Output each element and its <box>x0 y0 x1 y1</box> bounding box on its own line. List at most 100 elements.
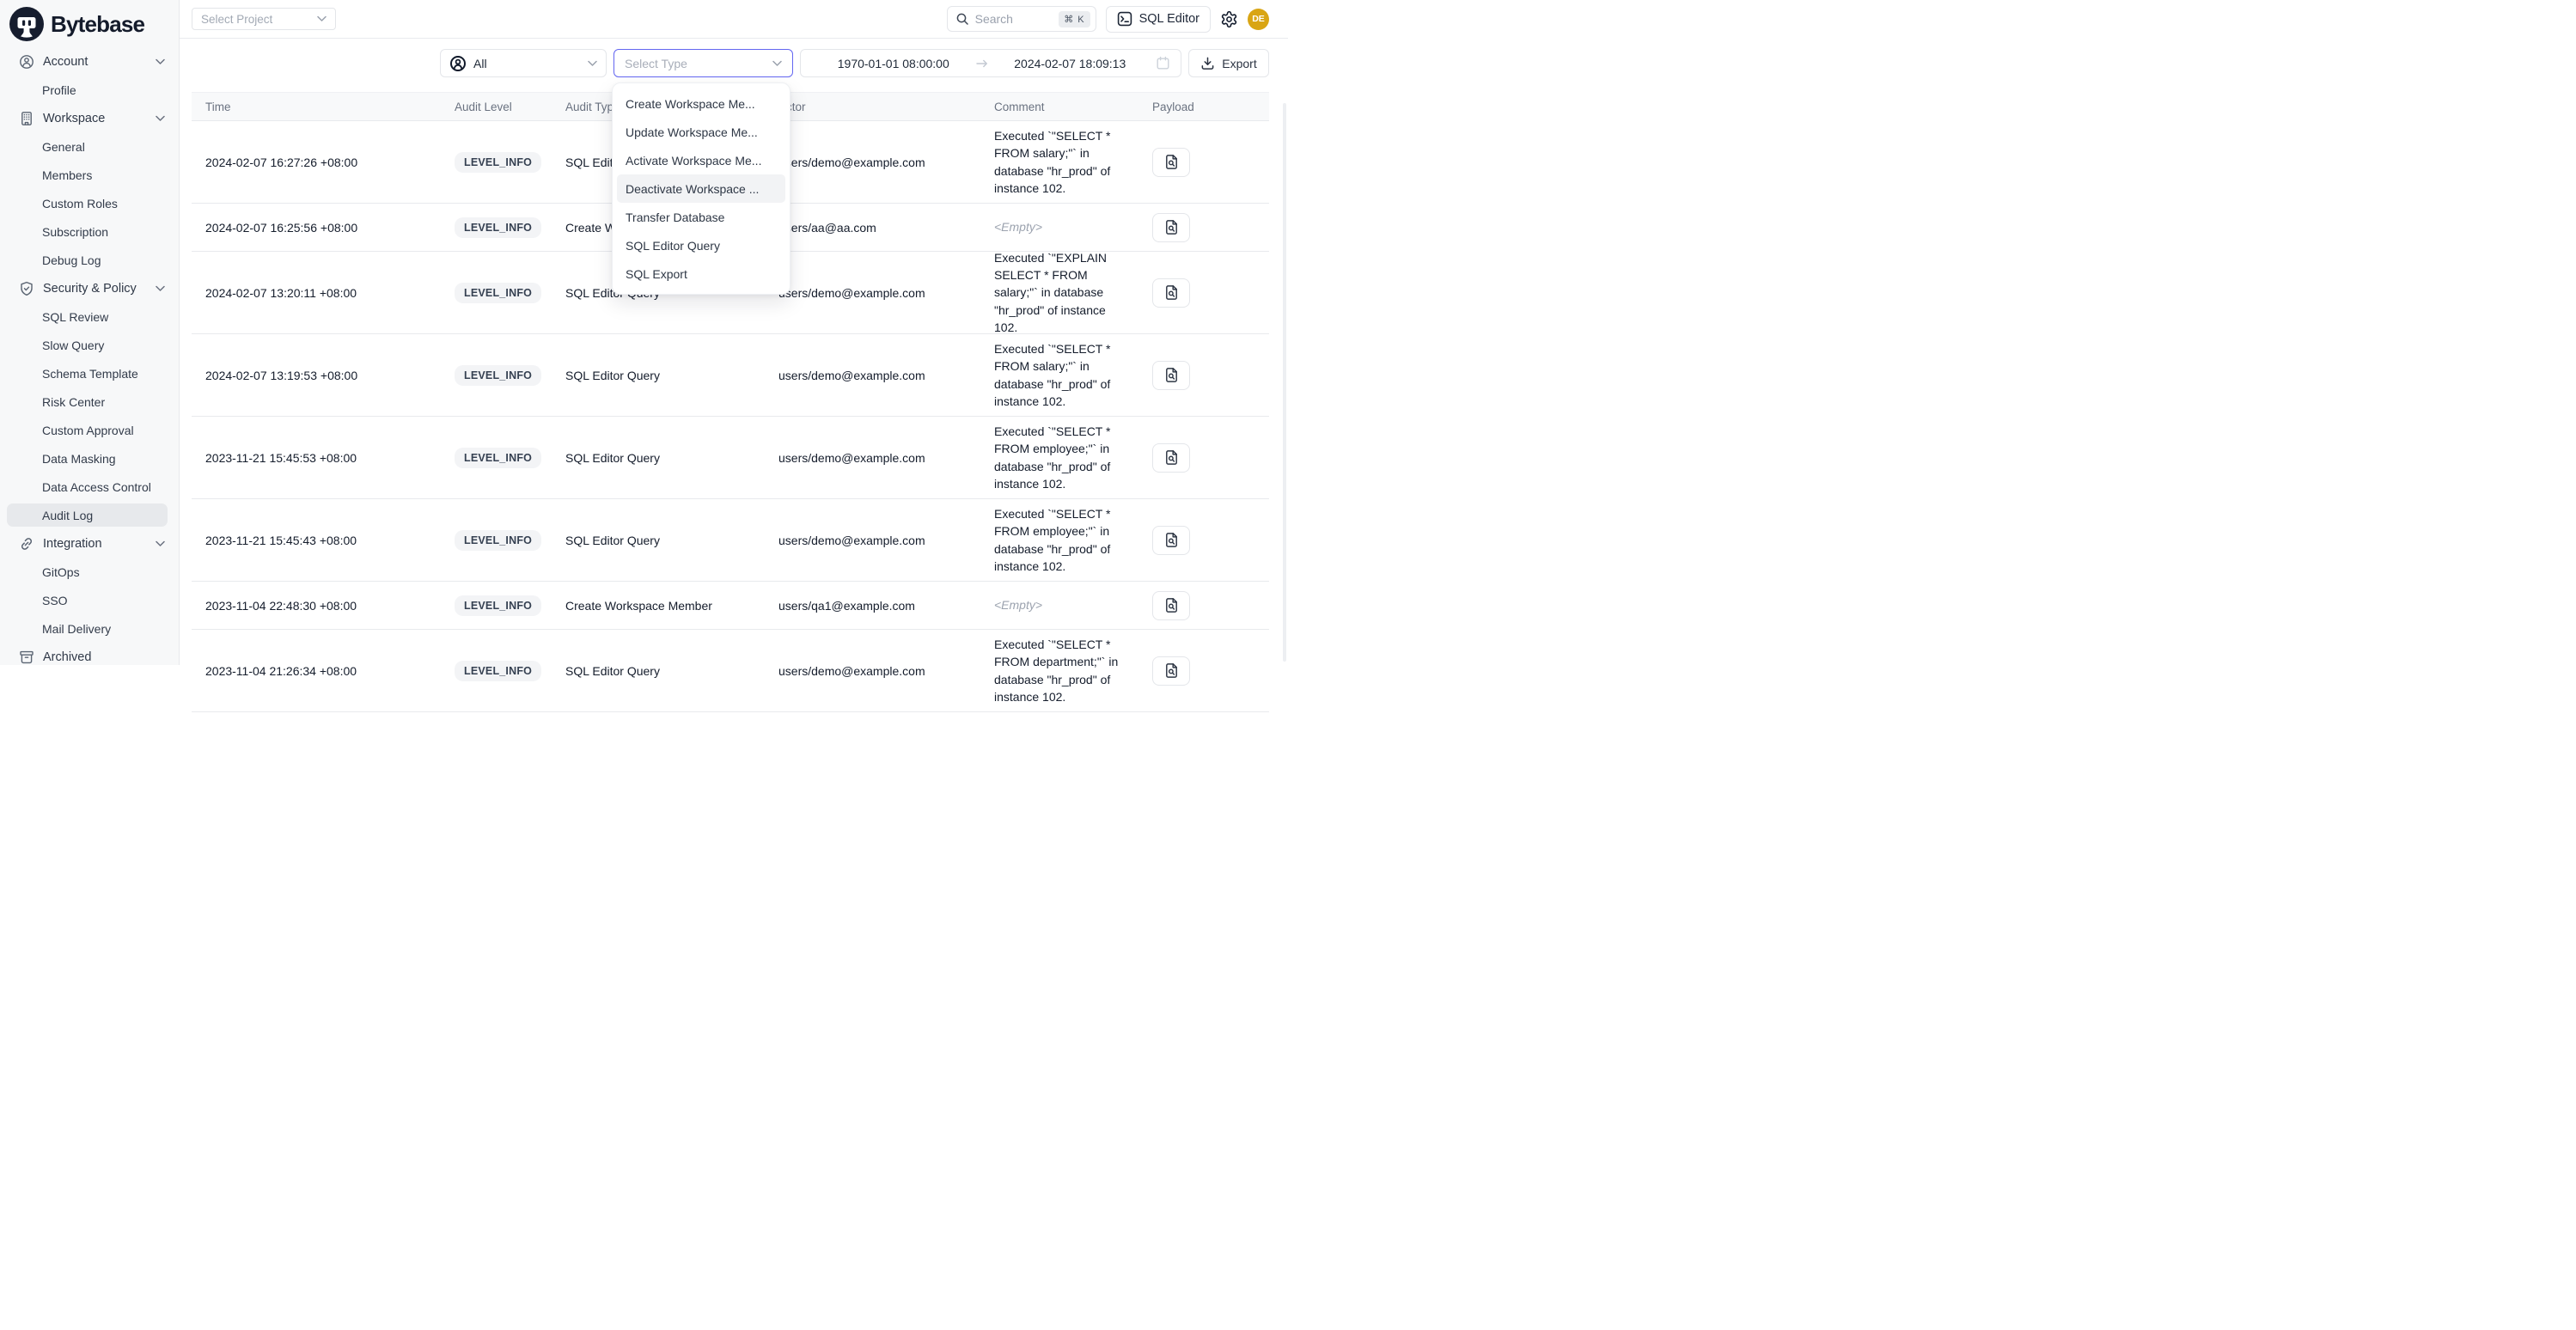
dropdown-option-transfer-database[interactable]: Transfer Database <box>617 203 785 231</box>
search-input[interactable]: Search ⌘ K <box>947 6 1096 32</box>
export-button[interactable]: Export <box>1188 49 1269 77</box>
sidebar-item-sso[interactable]: SSO <box>0 586 179 614</box>
col-header-time: Time <box>192 101 441 113</box>
date-to-value[interactable]: 2024-02-07 18:09:13 <box>988 57 1153 70</box>
cell-payload <box>1134 148 1269 177</box>
sidebar-item-custom-approval[interactable]: Custom Approval <box>0 416 179 444</box>
sidebar-item-members[interactable]: Members <box>0 161 179 189</box>
dropdown-option-update-workspace-me[interactable]: Update Workspace Me... <box>617 118 785 146</box>
audit-level-badge: LEVEL_INFO <box>455 283 541 303</box>
table-row: 2023-11-21 15:45:53 +08:00 LEVEL_INFO SQ… <box>192 417 1269 499</box>
cell-type: SQL Editor Query <box>550 534 765 547</box>
cell-actor: users/demo@example.com <box>765 664 975 678</box>
cell-time: 2023-11-04 22:48:30 +08:00 <box>192 599 441 613</box>
chevron-down-icon <box>772 60 782 67</box>
comment-text: Executed `"SELECT * FROM employee;"` in … <box>994 423 1125 492</box>
sidebar-item-schema-template[interactable]: Schema Template <box>0 359 179 387</box>
view-payload-button[interactable] <box>1152 361 1190 390</box>
cell-level: LEVEL_INFO <box>441 661 550 681</box>
dropdown-option-sql-export[interactable]: SQL Export <box>617 259 785 288</box>
sidebar-nav: AccountProfileWorkspaceGeneralMembersCus… <box>0 46 179 671</box>
shield-check-icon <box>19 281 34 296</box>
sidebar-item-mail-delivery[interactable]: Mail Delivery <box>0 614 179 643</box>
view-payload-button[interactable] <box>1152 148 1190 177</box>
brand-logo[interactable]: Bytebase <box>0 0 179 46</box>
sidebar-section-security-policy[interactable]: Security & Policy <box>0 274 179 302</box>
file-search-icon <box>1163 284 1180 301</box>
audit-level-badge: LEVEL_INFO <box>455 661 541 681</box>
sidebar-item-slow-query[interactable]: Slow Query <box>0 331 179 359</box>
cell-comment: <Empty> <box>975 218 1134 235</box>
actor-filter-value: All <box>473 57 487 70</box>
cell-type: Create Workspace Member <box>550 599 765 613</box>
cell-actor: users/aa@aa.com <box>765 221 975 235</box>
audit-level-badge: LEVEL_INFO <box>455 448 541 468</box>
sidebar-section-label: Integration <box>43 537 102 551</box>
cell-comment: Executed `"EXPLAIN SELECT * FROM salary;… <box>975 249 1134 336</box>
cell-payload <box>1134 213 1269 242</box>
comment-text: Executed `"SELECT * FROM salary;"` in da… <box>994 127 1125 197</box>
gear-icon[interactable] <box>1220 10 1238 28</box>
audit-level-badge: LEVEL_INFO <box>455 152 541 173</box>
table-row: 2023-11-04 22:48:30 +08:00 LEVEL_INFO Cr… <box>192 582 1269 630</box>
sidebar-section-account[interactable]: Account <box>0 47 179 76</box>
audit-level-badge: LEVEL_INFO <box>455 217 541 238</box>
sidebar-item-profile[interactable]: Profile <box>0 76 179 104</box>
sidebar-section-archived[interactable]: Archived <box>0 643 179 671</box>
project-select[interactable]: Select Project <box>192 8 336 30</box>
dropdown-option-deactivate-workspace[interactable]: Deactivate Workspace ... <box>617 174 785 203</box>
dropdown-option-create-workspace-me[interactable]: Create Workspace Me... <box>617 89 785 118</box>
col-header-comment: Comment <box>975 101 1134 113</box>
sidebar-item-gitops[interactable]: GitOps <box>0 558 179 586</box>
cell-payload <box>1134 361 1269 390</box>
view-payload-button[interactable] <box>1152 526 1190 555</box>
dropdown-option-sql-editor-query[interactable]: SQL Editor Query <box>617 231 785 259</box>
arrow-right-icon <box>976 59 988 68</box>
view-payload-button[interactable] <box>1152 656 1190 686</box>
cell-payload <box>1134 591 1269 620</box>
view-payload-button[interactable] <box>1152 213 1190 242</box>
cell-payload <box>1134 656 1269 686</box>
search-placeholder: Search <box>975 12 1013 26</box>
view-payload-button[interactable] <box>1152 591 1190 620</box>
filter-bar: All Select Type 1970-01-01 08:00:00 2024… <box>180 39 1288 77</box>
user-circle-icon <box>449 55 467 72</box>
dropdown-option-activate-workspace-me[interactable]: Activate Workspace Me... <box>617 146 785 174</box>
sidebar: Bytebase AccountProfileWorkspaceGeneralM… <box>0 0 180 665</box>
search-shortcut-badge: ⌘ K <box>1059 11 1090 27</box>
sidebar-section-workspace[interactable]: Workspace <box>0 104 179 132</box>
vertical-scrollbar[interactable] <box>1283 103 1286 662</box>
view-payload-button[interactable] <box>1152 443 1190 473</box>
comment-empty: <Empty> <box>994 596 1125 613</box>
comment-text: Executed `"SELECT * FROM salary;"` in da… <box>994 340 1125 410</box>
sidebar-item-general[interactable]: General <box>0 132 179 161</box>
sidebar-item-custom-roles[interactable]: Custom Roles <box>0 189 179 217</box>
sidebar-item-subscription[interactable]: Subscription <box>0 217 179 246</box>
sidebar-item-data-masking[interactable]: Data Masking <box>0 444 179 473</box>
project-select-label: Select Project <box>201 13 272 26</box>
cell-comment: <Empty> <box>975 596 1134 613</box>
cell-payload <box>1134 526 1269 555</box>
sidebar-section-integration[interactable]: Integration <box>0 529 179 558</box>
sidebar-section-label: Security & Policy <box>43 282 137 296</box>
sidebar-item-sql-review[interactable]: SQL Review <box>0 302 179 331</box>
sidebar-item-debug-log[interactable]: Debug Log <box>0 246 179 274</box>
cell-level: LEVEL_INFO <box>441 448 550 468</box>
cell-type: SQL Editor Query <box>550 664 765 678</box>
user-avatar[interactable]: DE <box>1248 9 1269 30</box>
comment-text: Executed `"SELECT * FROM department;"` i… <box>994 636 1125 705</box>
building-icon <box>19 111 34 126</box>
topbar: Select Project Search ⌘ K SQL Editor <box>180 0 1288 39</box>
sidebar-item-risk-center[interactable]: Risk Center <box>0 387 179 416</box>
cell-level: LEVEL_INFO <box>441 283 550 303</box>
sidebar-item-data-access-control[interactable]: Data Access Control <box>0 473 179 501</box>
date-from-value[interactable]: 1970-01-01 08:00:00 <box>811 57 976 70</box>
sidebar-item-audit-log[interactable]: Audit Log <box>7 503 168 527</box>
file-search-icon <box>1163 154 1180 170</box>
view-payload-button[interactable] <box>1152 278 1190 308</box>
date-range-picker[interactable]: 1970-01-01 08:00:00 2024-02-07 18:09:13 <box>800 49 1181 77</box>
type-filter-select[interactable]: Select Type <box>613 49 793 77</box>
actor-filter-select[interactable]: All <box>440 49 607 77</box>
cell-time: 2023-11-04 21:26:34 +08:00 <box>192 664 441 678</box>
sql-editor-button[interactable]: SQL Editor <box>1106 6 1211 33</box>
